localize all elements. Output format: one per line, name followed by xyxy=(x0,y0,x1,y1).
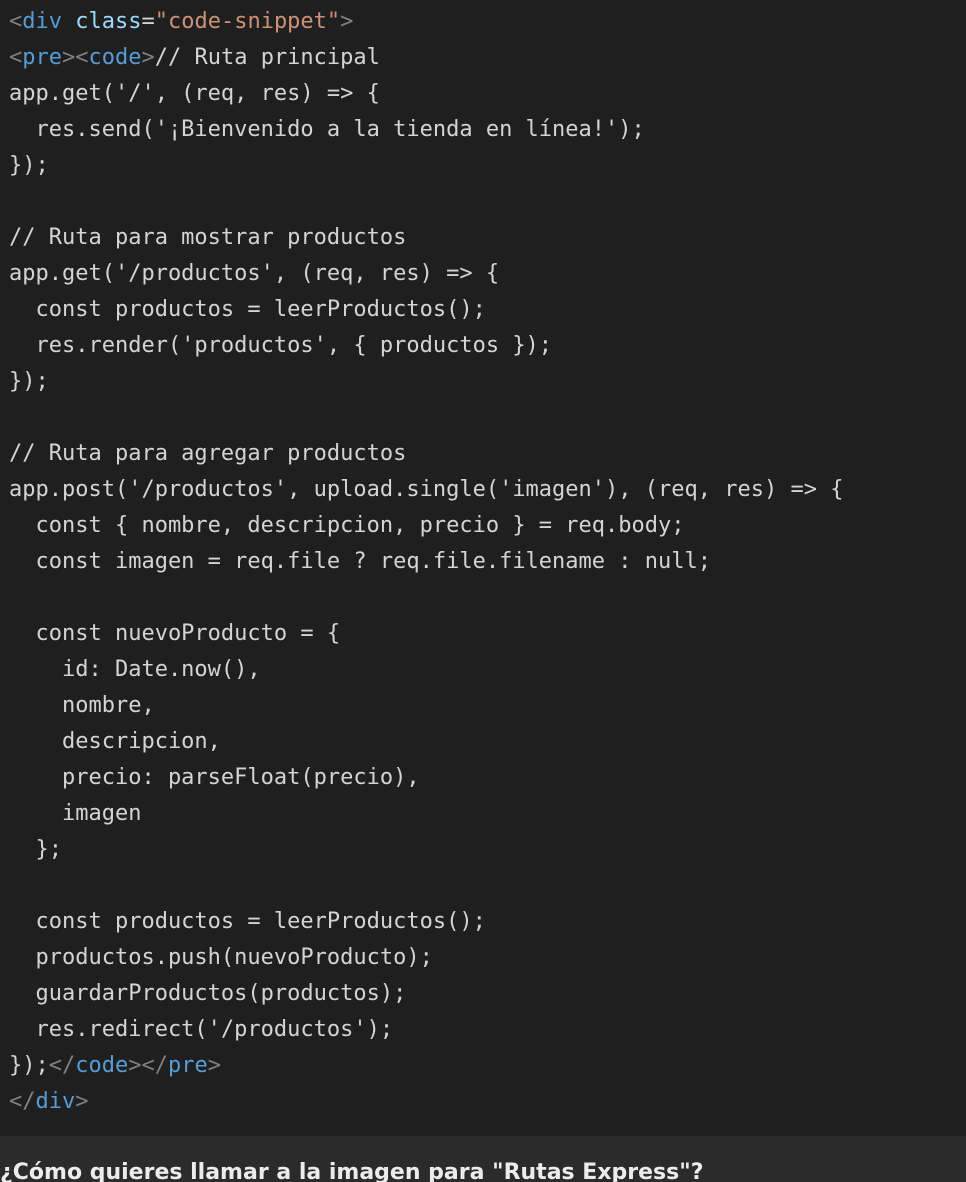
code-line: app.post('/productos', upload.single('im… xyxy=(9,477,844,502)
tag-name: pre xyxy=(22,45,62,70)
attr-value: "code-snippet" xyxy=(154,9,341,34)
code-line-div-close: </div> xyxy=(9,1084,843,1120)
code-line: imagen xyxy=(9,801,142,826)
tag-name: code xyxy=(88,45,142,70)
tag-bracket: </ xyxy=(9,1089,36,1114)
attr-name: class xyxy=(62,9,142,34)
code-line: app.get('/', (req, res) => { xyxy=(9,81,380,106)
chat-message: ¿Cómo quieres llamar a la imagen para "R… xyxy=(0,1136,966,1182)
tag-bracket: > xyxy=(141,45,155,70)
tag-bracket: </ xyxy=(48,1053,76,1078)
code-block[interactable]: <div class="code-snippet"> <pre><code>// … xyxy=(9,4,843,1120)
code-line: productos.push(nuevoProducto); xyxy=(9,945,433,970)
code-line: app.get('/productos', (req, res) => { xyxy=(9,261,500,286)
tag-bracket: > xyxy=(207,1053,221,1078)
code-line: const { nombre, descripcion, precio } = … xyxy=(9,513,685,538)
tag-bracket: < xyxy=(75,45,89,70)
code-line: nombre, xyxy=(9,693,155,718)
tag-name: div xyxy=(22,9,62,34)
code-text: }); xyxy=(9,1053,49,1078)
code-line: res.redirect('/productos'); xyxy=(9,1017,394,1042)
code-line: }; xyxy=(9,837,62,862)
code-line: }); xyxy=(9,153,49,178)
code-comment: // Ruta principal xyxy=(154,45,380,70)
code-line: // Ruta para agregar productos xyxy=(9,441,407,466)
code-line: res.render('productos', { productos }); xyxy=(9,333,553,358)
tag-name: pre xyxy=(167,1053,208,1078)
tag-bracket: > xyxy=(75,1089,89,1114)
code-line: const imagen = req.file ? req.file.filen… xyxy=(9,549,711,574)
attr-equals: = xyxy=(141,9,155,34)
tag-bracket: < xyxy=(9,9,23,34)
code-line: res.send('¡Bienvenido a la tienda en lín… xyxy=(9,117,645,142)
code-line-pre-open: <pre><code>// Ruta principal xyxy=(9,40,843,76)
code-line: precio: parseFloat(precio), xyxy=(9,765,420,790)
tag-bracket: > xyxy=(128,1053,142,1078)
code-line: descripcion, xyxy=(9,729,221,754)
code-line-div-open: <div class="code-snippet"> xyxy=(9,4,843,40)
tag-name: div xyxy=(35,1089,76,1114)
code-line: }); xyxy=(9,369,49,394)
code-line: const productos = leerProductos(); xyxy=(9,297,486,322)
code-line: const productos = leerProductos(); xyxy=(9,909,486,934)
code-line: guardarProductos(productos); xyxy=(9,981,407,1006)
chat-message-text: ¿Cómo quieres llamar a la imagen para "R… xyxy=(0,1160,704,1182)
code-line: const nuevoProducto = { xyxy=(9,621,341,646)
tag-bracket: </ xyxy=(141,1053,168,1078)
tag-bracket: > xyxy=(340,9,354,34)
code-line-close-tags: });</code></pre> xyxy=(9,1048,843,1084)
code-line: id: Date.now(), xyxy=(9,657,261,682)
tag-bracket: > xyxy=(62,45,76,70)
tag-name: code xyxy=(75,1053,129,1078)
code-line: // Ruta para mostrar productos xyxy=(9,225,407,250)
tag-bracket: < xyxy=(9,45,23,70)
code-editor: <div class="code-snippet"> <pre><code>// … xyxy=(0,0,966,1136)
